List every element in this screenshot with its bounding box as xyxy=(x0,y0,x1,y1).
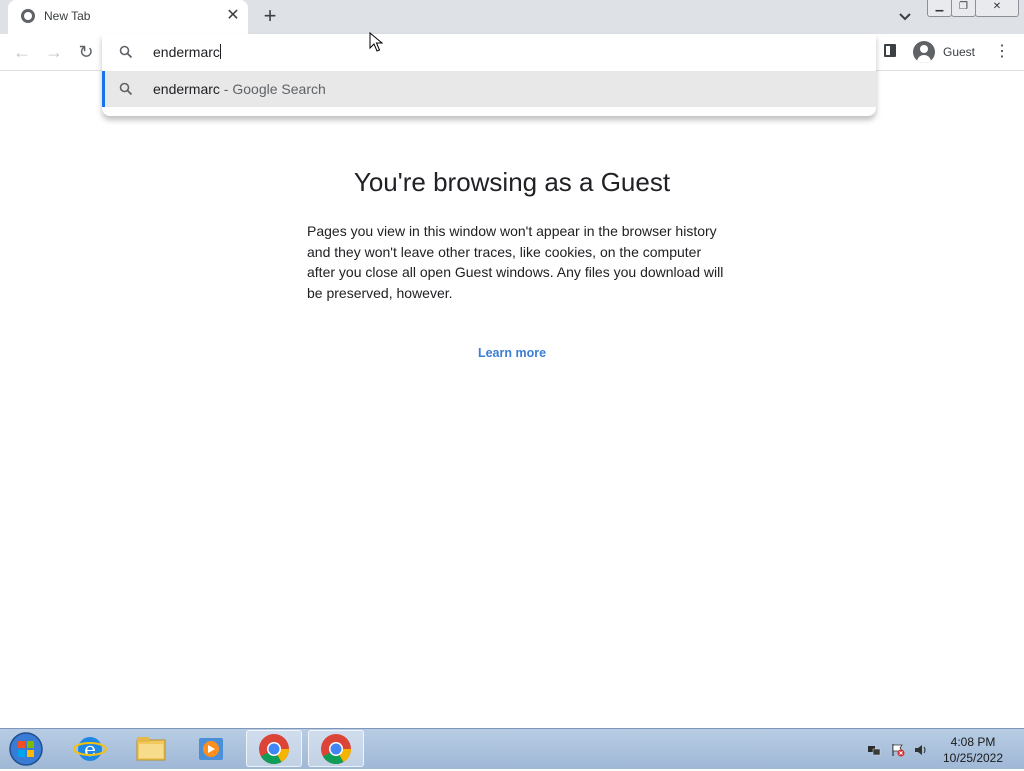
search-icon xyxy=(119,45,133,59)
volume-icon[interactable] xyxy=(914,743,928,757)
profile-button[interactable]: Guest xyxy=(909,38,982,66)
side-panel-icon[interactable] xyxy=(884,44,896,57)
restore-button[interactable]: ❐ xyxy=(951,0,976,17)
internet-explorer-icon[interactable]: e xyxy=(62,730,118,767)
start-button-icon[interactable] xyxy=(6,731,46,767)
forward-button[interactable]: → xyxy=(43,41,65,63)
file-explorer-icon[interactable] xyxy=(123,730,179,767)
omnibox-text: endermarc xyxy=(153,44,220,60)
network-icon[interactable] xyxy=(867,743,881,757)
action-center-flag-icon[interactable] xyxy=(891,743,905,757)
chrome-icon xyxy=(321,734,351,765)
tab-search-chevron-icon[interactable] xyxy=(896,7,914,25)
clock-time: 4:08 PM xyxy=(950,735,996,749)
clock-date: 10/25/2022 xyxy=(942,751,1004,765)
window-controls: ▁ ❐ ✕ xyxy=(927,0,1021,18)
minimize-button[interactable]: ▁ xyxy=(927,0,952,17)
text-caret xyxy=(219,44,221,59)
globe-icon xyxy=(21,9,35,23)
suggestion-item[interactable]: endermarc - Google Search xyxy=(102,71,876,107)
tab-new-tab[interactable]: New Tab ✕ xyxy=(8,0,248,34)
search-icon xyxy=(119,82,133,96)
learn-more-link[interactable]: Learn more xyxy=(0,346,1024,360)
back-button[interactable]: ← xyxy=(11,41,33,63)
omnibox-dropdown: endermarc endermarc - Google Search xyxy=(102,34,876,116)
guest-description: Pages you view in this window won't appe… xyxy=(307,223,724,301)
taskbar-clock[interactable]: 4:08 PM 10/25/2022 xyxy=(932,734,1014,766)
new-tab-button[interactable]: + xyxy=(259,5,281,27)
omnibox-input[interactable]: endermarc xyxy=(102,34,876,70)
chrome-taskbar-button-2[interactable] xyxy=(308,730,364,767)
media-player-icon[interactable] xyxy=(183,730,239,767)
close-window-button[interactable]: ✕ xyxy=(975,0,1019,17)
reload-button[interactable]: ↻ xyxy=(75,41,97,63)
taskbar: e 4:08 PM 10/25/2022 xyxy=(0,728,1024,769)
menu-icon[interactable]: ⋮ xyxy=(993,42,1011,62)
profile-label: Guest xyxy=(943,45,976,59)
svg-text:e: e xyxy=(84,737,96,761)
suggestion-source: Google Search xyxy=(232,81,326,97)
tab-title: New Tab xyxy=(44,9,91,23)
suggestion-selected-indicator xyxy=(102,71,105,107)
chrome-taskbar-button-1[interactable] xyxy=(246,730,302,767)
page-title: You're browsing as a Guest xyxy=(353,167,671,197)
tab-strip: New Tab ✕ + ▁ ❐ ✕ xyxy=(0,0,1024,34)
avatar-icon xyxy=(913,41,935,63)
mouse-cursor-icon xyxy=(369,32,383,52)
suggestion-separator: - xyxy=(219,81,233,97)
tab-close-icon[interactable]: ✕ xyxy=(224,7,242,25)
suggestion-query: endermarc xyxy=(153,81,220,97)
chrome-icon xyxy=(259,734,289,765)
